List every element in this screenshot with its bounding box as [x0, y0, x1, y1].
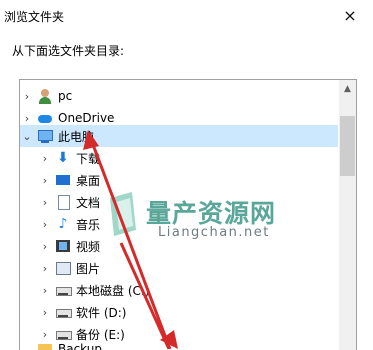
scrollbar-thumb[interactable] — [340, 116, 355, 176]
tree-item-drive-c[interactable]: › 本地磁盘 (C:) — [38, 279, 356, 301]
tree-item-label: 软件 (D:) — [76, 305, 127, 320]
pictures-icon — [55, 260, 71, 276]
chevron-right-icon[interactable]: › — [38, 240, 52, 253]
dialog-prompt: 从下面选文件夹目录: — [12, 44, 125, 58]
documents-icon — [55, 194, 71, 210]
tree-item-label: 视频 — [76, 239, 101, 254]
tree-item-label: 下载 — [76, 151, 101, 166]
tree-item-pictures[interactable]: › 图片 — [38, 257, 356, 279]
chevron-right-icon[interactable]: › — [20, 112, 34, 125]
chevron-right-icon[interactable]: › — [38, 284, 52, 297]
tree-item-label: 文档 — [76, 195, 101, 210]
close-button[interactable]: × — [327, 0, 373, 30]
tree-item-downloads[interactable]: › ⬇ 下载 — [38, 147, 356, 169]
vertical-scrollbar[interactable]: ▲ — [339, 80, 356, 350]
chevron-right-icon[interactable]: › — [38, 306, 52, 319]
chevron-right-icon[interactable]: › — [38, 152, 52, 165]
cloud-icon — [37, 110, 53, 126]
tree-item-label: 此电脑 — [58, 129, 95, 144]
dialog-title: 浏览文件夹 — [4, 10, 65, 24]
tree-item-label: 本地磁盘 (C:) — [76, 283, 150, 298]
tree-item-this-pc[interactable]: ⌄ 此电脑 — [20, 125, 338, 147]
drive-icon — [55, 304, 72, 320]
drive-icon — [55, 282, 72, 298]
tree-item-documents[interactable]: › 文档 — [38, 191, 356, 213]
tree-item-label: OneDrive — [58, 111, 115, 125]
chevron-right-icon[interactable]: › — [38, 196, 52, 209]
tree-item-drive-d[interactable]: › 软件 (D:) — [38, 301, 356, 323]
desktop-icon — [55, 172, 71, 188]
tree-item-backup[interactable]: Backup — [20, 338, 338, 350]
folder-tree[interactable]: › pc › OneDrive ⌄ 此电脑 › ⬇ 下载 › 桌面 › 文档 ›… — [19, 79, 357, 350]
chevron-right-icon[interactable]: › — [38, 262, 52, 275]
scroll-up-icon[interactable]: ▲ — [339, 80, 356, 97]
tree-item-label: 图片 — [76, 261, 101, 276]
chevron-right-icon[interactable]: › — [38, 218, 52, 231]
tree-item-desktop[interactable]: › 桌面 — [38, 169, 356, 191]
chevron-right-icon[interactable]: › — [38, 174, 52, 187]
music-icon: ♪ — [58, 216, 68, 232]
computer-icon — [37, 128, 53, 144]
videos-icon — [55, 238, 71, 254]
chevron-right-icon[interactable]: › — [20, 90, 34, 103]
tree-item-label: pc — [58, 89, 73, 103]
tree-item-pc[interactable]: › pc — [20, 85, 338, 107]
download-icon: ⬇ — [57, 150, 69, 166]
chevron-down-icon[interactable]: ⌄ — [20, 130, 34, 143]
tree-item-music[interactable]: › ♪ 音乐 — [38, 213, 356, 235]
user-icon — [37, 88, 53, 104]
title-bar: 浏览文件夹 × — [0, 0, 373, 34]
tree-item-label: 音乐 — [76, 217, 101, 232]
tree-item-videos[interactable]: › 视频 — [38, 235, 356, 257]
tree-item-label: 桌面 — [76, 173, 101, 188]
